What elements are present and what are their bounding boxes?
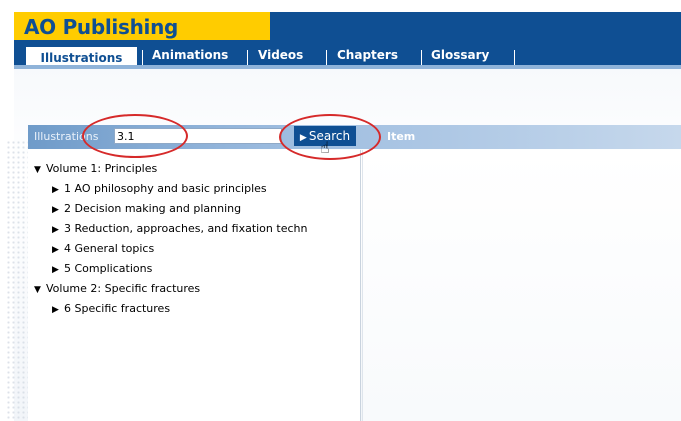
caret-right-icon[interactable]: ▶ bbox=[52, 185, 64, 195]
nav-separator bbox=[142, 50, 143, 66]
tab-glossary[interactable]: Glossary bbox=[431, 48, 489, 66]
caret-down-icon[interactable]: ▼ bbox=[34, 285, 46, 295]
caret-right-icon[interactable]: ▶ bbox=[52, 245, 64, 255]
tab-animations[interactable]: Animations bbox=[152, 48, 228, 66]
item-panel bbox=[362, 150, 681, 421]
nav-separator bbox=[421, 50, 422, 66]
nav-separator bbox=[326, 50, 327, 66]
tree-item[interactable]: ▶ 2 Decision making and planning bbox=[52, 202, 241, 215]
play-arrow-icon: ▶ bbox=[299, 133, 307, 143]
logo: AO Publishing bbox=[14, 12, 270, 40]
logo-word: Publishing bbox=[62, 15, 179, 39]
tab-videos[interactable]: Videos bbox=[258, 48, 303, 66]
tab-chapters[interactable]: Chapters bbox=[337, 48, 398, 66]
tree-item-label: 3 Reduction, approaches, and fixation te… bbox=[64, 222, 308, 235]
dot-pattern bbox=[6, 140, 28, 421]
search-input[interactable] bbox=[114, 128, 282, 144]
nav-separator bbox=[247, 50, 248, 66]
tree-item-label: 6 Specific fractures bbox=[64, 302, 171, 315]
tree-item[interactable]: ▶ 6 Specific fractures bbox=[52, 302, 170, 315]
caret-right-icon[interactable]: ▶ bbox=[52, 305, 64, 315]
page: AO Publishing Illustrations Animations V… bbox=[0, 0, 681, 421]
search-label: Illustrations bbox=[34, 130, 99, 143]
tree-volume-2[interactable]: ▼ Volume 2: Specific fractures bbox=[34, 282, 200, 295]
item-header: Item bbox=[387, 130, 416, 143]
header-bar: AO Publishing bbox=[14, 12, 681, 40]
hand-pointer-icon: ☝ bbox=[320, 138, 330, 157]
logo-text: AO Publishing bbox=[24, 15, 178, 39]
logo-prefix: AO bbox=[24, 15, 56, 39]
tree-volume-label: Volume 1: Principles bbox=[46, 162, 158, 175]
caret-right-icon[interactable]: ▶ bbox=[52, 205, 64, 215]
tree-volume-1[interactable]: ▼ Volume 1: Principles bbox=[34, 162, 157, 175]
tree-item[interactable]: ▶ 5 Complications bbox=[52, 262, 152, 275]
caret-down-icon[interactable]: ▼ bbox=[34, 165, 46, 175]
nav-separator bbox=[514, 50, 515, 66]
tree-item-label: 1 AO philosophy and basic principles bbox=[64, 182, 267, 195]
caret-right-icon[interactable]: ▶ bbox=[52, 265, 64, 275]
tree-item-label: 5 Complications bbox=[64, 262, 153, 275]
tree-item[interactable]: ▶ 1 AO philosophy and basic principles bbox=[52, 182, 267, 195]
tree-volume-label: Volume 2: Specific fractures bbox=[46, 282, 201, 295]
tree-item[interactable]: ▶ 3 Reduction, approaches, and fixation t… bbox=[52, 222, 307, 235]
tree-item-label: 2 Decision making and planning bbox=[64, 202, 242, 215]
tree-item-label: 4 General topics bbox=[64, 242, 155, 255]
caret-right-icon[interactable]: ▶ bbox=[52, 225, 64, 235]
nav-underline bbox=[14, 65, 681, 69]
tree-item[interactable]: ▶ 4 General topics bbox=[52, 242, 154, 255]
nav-bar: Illustrations Animations Videos Chapters… bbox=[14, 40, 681, 69]
